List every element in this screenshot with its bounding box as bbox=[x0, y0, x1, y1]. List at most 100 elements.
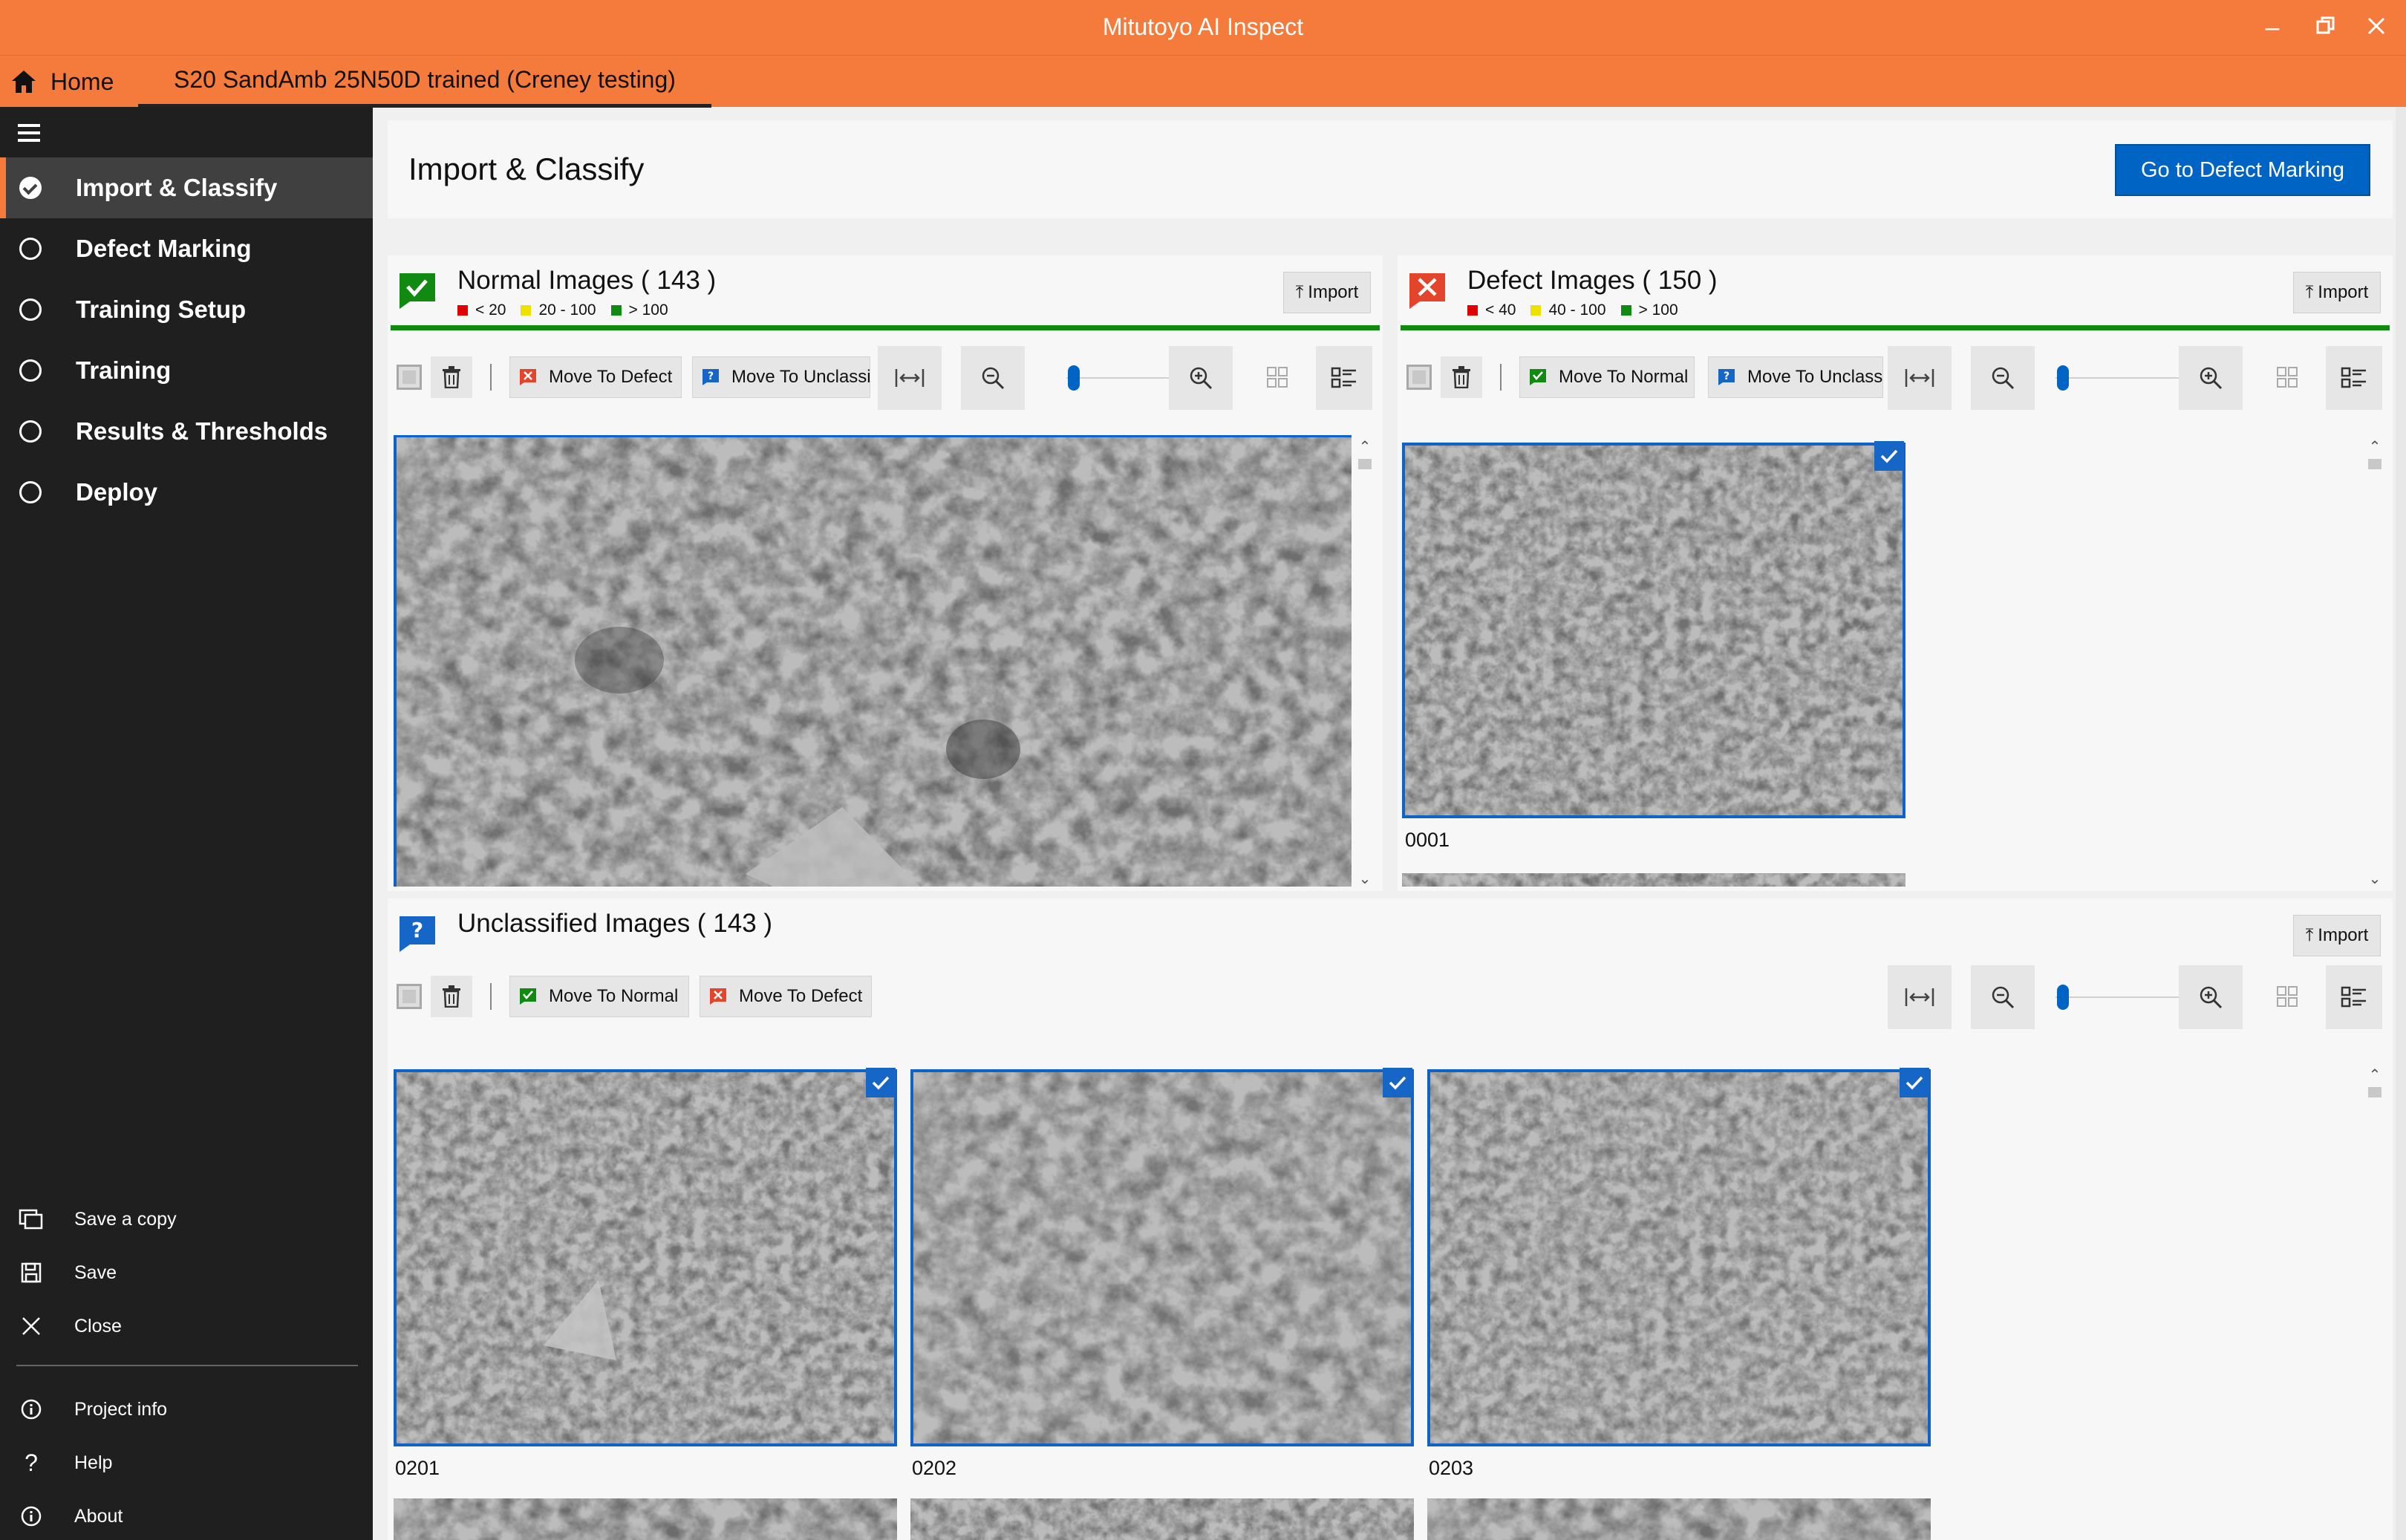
tab-home-label: Home bbox=[50, 68, 114, 95]
unclassified-move-to-defect-button[interactable]: Move To Defect bbox=[700, 976, 872, 1017]
defect-x-icon bbox=[1409, 273, 1445, 309]
defect-grid-view-button[interactable] bbox=[2265, 355, 2309, 399]
save-button[interactable]: Save bbox=[0, 1246, 373, 1299]
unclassified-select-all-checkbox[interactable] bbox=[397, 984, 422, 1009]
unclassified-delete-button[interactable] bbox=[431, 976, 472, 1017]
normal-scrollbar[interactable]: ⌃ ⌄ bbox=[1356, 438, 1374, 888]
normal-import-button[interactable]: ⤒ Import bbox=[1283, 272, 1371, 313]
tab-home[interactable]: Home bbox=[10, 63, 114, 100]
defect-zoom-in-button[interactable] bbox=[2179, 346, 2243, 410]
normal-panel-header: Normal Images ( 143 ) < 20 20 - 100 > 10… bbox=[388, 255, 1383, 330]
trash-icon bbox=[443, 985, 460, 1008]
unclassified-zoom-in-button[interactable] bbox=[2179, 965, 2243, 1029]
home-icon bbox=[12, 71, 36, 93]
go-to-defect-marking-button[interactable]: Go to Defect Marking bbox=[2115, 144, 2370, 196]
sidebar-item-import-classify[interactable]: Import & Classify bbox=[0, 157, 373, 218]
unclassified-list-view-button[interactable] bbox=[2326, 965, 2382, 1029]
normal-image-preview[interactable] bbox=[394, 435, 1352, 887]
unclassified-image-next-partial[interactable] bbox=[394, 1498, 897, 1540]
sidebar-item-results-thresholds[interactable]: Results & Thresholds bbox=[0, 401, 373, 462]
project-info-button[interactable]: Project info bbox=[0, 1383, 373, 1436]
sidebar-item-label: Deploy bbox=[76, 478, 158, 506]
legend-low: < 20 bbox=[475, 301, 506, 319]
move-to-normal-label: Move To Normal bbox=[1559, 367, 1689, 387]
slider-thumb[interactable] bbox=[2057, 365, 2069, 391]
list-view-icon bbox=[2341, 367, 2366, 388]
sidebar-item-training-setup[interactable]: Training Setup bbox=[0, 279, 373, 340]
unclassified-image-0201[interactable] bbox=[394, 1069, 897, 1446]
unclassified-move-to-normal-button[interactable]: Move To Normal bbox=[509, 976, 689, 1017]
unclassified-zoom-slider[interactable] bbox=[2055, 965, 2189, 1029]
svg-text:?: ? bbox=[411, 918, 423, 942]
unclassified-image-0201-selected-checkbox[interactable] bbox=[866, 1068, 896, 1097]
defect-images-title: Defect Images ( 150 ) bbox=[1467, 266, 1718, 295]
unclassified-scrollbar[interactable]: ⌃ bbox=[2366, 1066, 2384, 1540]
defect-scrollbar[interactable]: ⌃ ⌄ bbox=[2366, 438, 2384, 888]
radio-icon bbox=[19, 420, 42, 443]
page-title: Import & Classify bbox=[408, 151, 645, 186]
normal-zoom-out-button[interactable] bbox=[961, 346, 1025, 410]
zoom-in-icon bbox=[2200, 367, 2223, 390]
defect-image-next-partial[interactable] bbox=[1402, 873, 1905, 887]
normal-move-to-unclassified-button[interactable]: ? Move To Unclassified bbox=[692, 356, 870, 398]
defect-zoom-slider[interactable] bbox=[2055, 346, 2189, 410]
about-button[interactable]: About bbox=[0, 1490, 373, 1540]
defect-fit-width-button[interactable] bbox=[1888, 346, 1952, 410]
defect-image-partial-graphic bbox=[1402, 873, 1905, 887]
defect-zoom-out-button[interactable] bbox=[1971, 346, 2035, 410]
partial-graphic bbox=[394, 1498, 897, 1540]
minimize-button[interactable]: – bbox=[2250, 9, 2295, 46]
unclassified-image-0202-selected-checkbox[interactable] bbox=[1383, 1068, 1412, 1097]
unclassified-zoom-out-button[interactable] bbox=[1971, 965, 2035, 1029]
normal-select-all-checkbox[interactable] bbox=[397, 365, 422, 390]
close-icon bbox=[22, 1317, 40, 1335]
unclassified-image-next-partial[interactable] bbox=[1427, 1498, 1931, 1540]
move-to-defect-label: Move To Defect bbox=[549, 367, 673, 387]
normal-images-title: Normal Images ( 143 ) bbox=[457, 266, 717, 295]
unclassified-image-0203-selected-checkbox[interactable] bbox=[1900, 1068, 1929, 1097]
list-view-icon bbox=[2341, 986, 2366, 1008]
defect-import-button[interactable]: ⤒ Import bbox=[2293, 272, 2381, 313]
normal-zoom-in-button[interactable] bbox=[1169, 346, 1233, 410]
close-window-button[interactable] bbox=[2354, 9, 2399, 46]
sidebar-item-training[interactable]: Training bbox=[0, 340, 373, 401]
app-title: Mitutoyo AI Inspect bbox=[1102, 13, 1304, 40]
partial-graphic bbox=[1427, 1498, 1931, 1540]
slider-thumb[interactable] bbox=[1068, 365, 1080, 391]
close-project-button[interactable]: Close bbox=[0, 1299, 373, 1353]
sidebar-item-defect-marking[interactable]: Defect Marking bbox=[0, 218, 373, 279]
restore-button[interactable] bbox=[2304, 9, 2348, 46]
help-button[interactable]: ? Help bbox=[0, 1436, 373, 1490]
radio-icon bbox=[19, 481, 42, 503]
defect-move-to-unclassified-button[interactable]: ? Move To Unclassified bbox=[1708, 356, 1883, 398]
defect-list-view-button[interactable] bbox=[2326, 346, 2382, 410]
unclassified-image-next-partial[interactable] bbox=[910, 1498, 1414, 1540]
normal-move-to-defect-button[interactable]: Move To Defect bbox=[509, 356, 682, 398]
defect-image-0001[interactable] bbox=[1402, 443, 1905, 818]
save-copy-button[interactable]: Save a copy bbox=[0, 1192, 373, 1246]
menu-toggle-button[interactable] bbox=[18, 123, 45, 150]
save-icon bbox=[21, 1262, 42, 1283]
unclassified-image-graphic bbox=[1430, 1072, 1928, 1443]
defect-select-all-checkbox[interactable] bbox=[1406, 365, 1432, 390]
defect-delete-button[interactable] bbox=[1441, 356, 1482, 398]
unclassified-grid-view-button[interactable] bbox=[2265, 974, 2309, 1019]
slider-thumb[interactable] bbox=[2057, 985, 2069, 1010]
normal-fit-width-button[interactable] bbox=[878, 346, 942, 410]
defect-image-0001-selected-checkbox[interactable] bbox=[1874, 441, 1904, 471]
unclassified-toolbar: Move To Normal Move To Defect bbox=[388, 959, 2393, 1034]
unclassified-fit-width-button[interactable] bbox=[1888, 965, 1952, 1029]
defect-move-to-normal-button[interactable]: Move To Normal bbox=[1519, 356, 1695, 398]
normal-delete-button[interactable] bbox=[431, 356, 472, 398]
unclassified-image-0202[interactable] bbox=[910, 1069, 1414, 1446]
unclassified-images-title: Unclassified Images ( 143 ) bbox=[457, 909, 773, 938]
unclassified-image-0203[interactable] bbox=[1427, 1069, 1931, 1446]
sidebar-item-deploy[interactable]: Deploy bbox=[0, 462, 373, 523]
unclassified-import-button[interactable]: ⤒ Import bbox=[2293, 915, 2381, 956]
normal-list-view-button[interactable] bbox=[1316, 346, 1372, 410]
unclassified-mini-icon: ? bbox=[702, 369, 719, 385]
tab-project[interactable]: S20 SandAmb 25N50D trained (Creney testi… bbox=[138, 56, 711, 108]
radio-icon bbox=[19, 238, 42, 260]
normal-grid-view-button[interactable] bbox=[1255, 355, 1300, 399]
checkmark-icon bbox=[872, 1076, 890, 1090]
